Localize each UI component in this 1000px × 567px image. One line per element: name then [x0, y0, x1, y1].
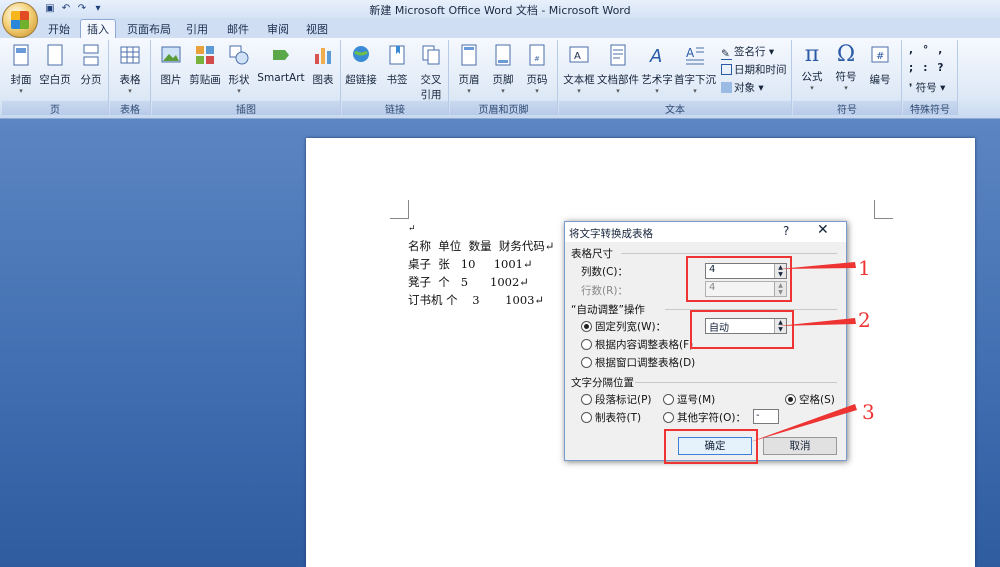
- annotation-number-2: 2: [858, 308, 871, 332]
- arrow-3-icon: [750, 404, 857, 442]
- office-logo-icon: [11, 11, 29, 29]
- baidu-watermark-url: jingyan.baidu.com: [772, 522, 911, 540]
- baidu-watermark-logo: Bai du 经验: [770, 484, 959, 522]
- annotation-number-1: 1: [858, 256, 871, 280]
- annotation-number-3: 3: [862, 400, 875, 424]
- arrow-1-icon: [779, 262, 856, 269]
- arrow-2-icon: [778, 318, 856, 326]
- office-button[interactable]: [2, 2, 38, 38]
